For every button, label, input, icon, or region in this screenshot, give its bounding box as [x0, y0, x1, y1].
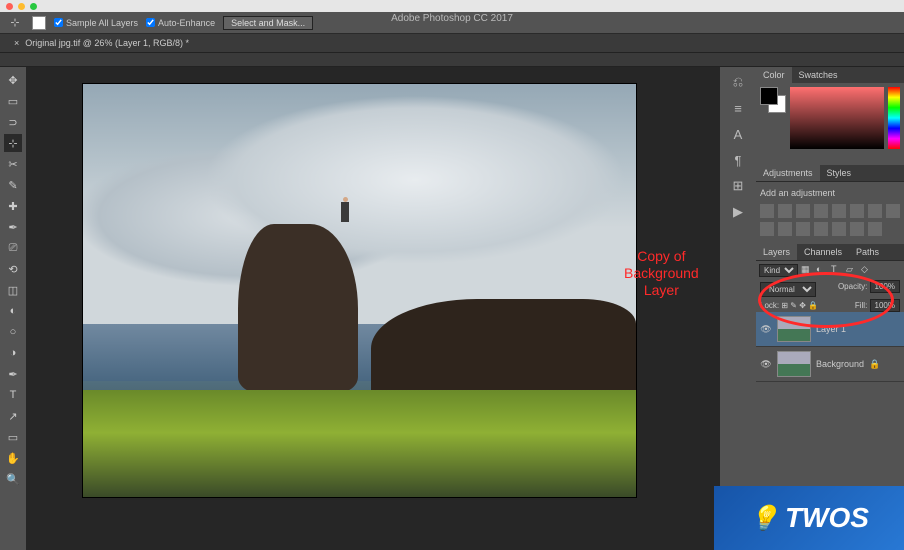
channel-mixer-adjustment-icon[interactable]	[778, 222, 792, 236]
eraser-tool[interactable]: ◫	[4, 281, 22, 299]
brightness-adjustment-icon[interactable]	[760, 204, 774, 218]
filter-smart-icon[interactable]: ◇	[861, 264, 873, 276]
filter-shape-icon[interactable]: ▱	[846, 264, 858, 276]
layer-thumbnail[interactable]	[777, 316, 811, 342]
layers-tab[interactable]: Layers	[756, 244, 797, 260]
brush-tool[interactable]: ✒	[4, 218, 22, 236]
lasso-tool[interactable]: ⊃	[4, 113, 22, 131]
bw-adjustment-icon[interactable]	[886, 204, 900, 218]
layer-name: Layer 1	[816, 324, 846, 334]
curves-adjustment-icon[interactable]	[796, 204, 810, 218]
visibility-toggle-icon[interactable]: 👁	[760, 359, 772, 370]
brush-swatch[interactable]	[32, 16, 46, 30]
quick-selection-tool[interactable]: ⊹	[4, 134, 22, 152]
hue-strip[interactable]	[888, 87, 900, 149]
document-tab[interactable]: × Original jpg.tif @ 26% (Layer 1, RGB/8…	[0, 34, 904, 53]
adjustments-panel: Add an adjustment	[756, 181, 904, 244]
exposure-adjustment-icon[interactable]	[814, 204, 828, 218]
auto-enhance-checkbox[interactable]: Auto-Enhance	[146, 18, 215, 28]
dodge-tool[interactable]: ◑	[4, 344, 22, 362]
invert-adjustment-icon[interactable]	[796, 222, 810, 236]
foreground-background-swatch[interactable]	[760, 87, 786, 113]
path-tool[interactable]: ↗	[4, 407, 22, 425]
collapsed-panels-column: ⎌ ≡ A ¶ ⊞ ▶	[720, 67, 756, 550]
opacity-value[interactable]: 100%	[870, 280, 900, 293]
gradient-map-adjustment-icon[interactable]	[850, 222, 864, 236]
document-canvas[interactable]	[82, 83, 637, 498]
color-balance-adjustment-icon[interactable]	[868, 204, 882, 218]
move-tool[interactable]: ✥	[4, 71, 22, 89]
blend-mode-select[interactable]: Normal	[760, 282, 816, 297]
color-picker[interactable]	[790, 87, 884, 149]
layer-thumbnail[interactable]	[777, 351, 811, 377]
visibility-toggle-icon[interactable]: 👁	[760, 324, 772, 335]
brand-watermark: 💡 TWOS	[714, 486, 904, 550]
color-panel	[756, 83, 904, 165]
photo-filter-adjustment-icon[interactable]	[760, 222, 774, 236]
close-tab-icon[interactable]: ×	[14, 38, 19, 48]
threshold-adjustment-icon[interactable]	[832, 222, 846, 236]
minimize-window-icon[interactable]	[18, 3, 25, 10]
layer-name: Background	[816, 359, 864, 369]
document-tab-label: Original jpg.tif @ 26% (Layer 1, RGB/8) …	[25, 38, 189, 48]
lightbulb-icon: 💡	[749, 504, 779, 533]
layer-filter-kind[interactable]: Kind	[759, 264, 798, 277]
eyedropper-tool[interactable]: ✎	[4, 176, 22, 194]
blur-tool[interactable]: ○	[4, 323, 22, 341]
swatches-tab[interactable]: Swatches	[792, 67, 845, 83]
horizontal-ruler	[0, 53, 904, 67]
tools-panel: ✥ ▭ ⊃ ⊹ ✂ ✎ ✚ ✒ ⎚ ⟲ ◫ ◐ ○ ◑ ✒ T ↗ ▭ ✋ 🔍	[0, 67, 26, 550]
marquee-tool[interactable]: ▭	[4, 92, 22, 110]
selective-color-adjustment-icon[interactable]	[868, 222, 882, 236]
gradient-tool[interactable]: ◐	[4, 302, 22, 320]
close-window-icon[interactable]	[6, 3, 13, 10]
filter-adjustment-icon[interactable]: ◐	[816, 264, 828, 276]
tool-preset-icon[interactable]: ⊹	[6, 14, 24, 32]
canvas-area[interactable]	[26, 67, 720, 550]
history-panel-icon[interactable]: ⎌	[729, 73, 747, 91]
properties-panel-icon[interactable]: ≡	[729, 99, 747, 117]
healing-tool[interactable]: ✚	[4, 197, 22, 215]
filter-type-icon[interactable]: T	[831, 264, 843, 276]
mac-traffic-lights	[0, 0, 904, 12]
layer-row[interactable]: 👁 Layer 1	[756, 312, 904, 347]
fill-value[interactable]: 100%	[870, 299, 900, 312]
levels-adjustment-icon[interactable]	[778, 204, 792, 218]
channels-tab[interactable]: Channels	[797, 244, 849, 260]
vibrance-adjustment-icon[interactable]	[832, 204, 846, 218]
styles-tab[interactable]: Styles	[820, 165, 859, 181]
actions-panel-icon[interactable]: ▶	[729, 203, 747, 221]
zoom-tool[interactable]: 🔍	[4, 470, 22, 488]
color-tab[interactable]: Color	[756, 67, 792, 83]
add-adjustment-label: Add an adjustment	[760, 186, 900, 200]
select-and-mask-button[interactable]: Select and Mask...	[223, 16, 313, 30]
app-title: Adobe Photoshop CC 2017	[391, 13, 513, 24]
layer-row[interactable]: 👁 Background 🔒	[756, 347, 904, 382]
character-panel-icon[interactable]: A	[729, 125, 747, 143]
type-tool[interactable]: T	[4, 386, 22, 404]
zoom-window-icon[interactable]	[30, 3, 37, 10]
posterize-adjustment-icon[interactable]	[814, 222, 828, 236]
adjustments-tab[interactable]: Adjustments	[756, 165, 820, 181]
hand-tool[interactable]: ✋	[4, 449, 22, 467]
crop-tool[interactable]: ✂	[4, 155, 22, 173]
pen-tool[interactable]: ✒	[4, 365, 22, 383]
sample-all-layers-checkbox[interactable]: Sample All Layers	[54, 18, 138, 28]
libraries-panel-icon[interactable]: ⊞	[729, 177, 747, 195]
filter-pixel-icon[interactable]: ▦	[801, 264, 813, 276]
lock-icon: 🔒	[869, 359, 880, 370]
hue-adjustment-icon[interactable]	[850, 204, 864, 218]
right-panels: Color Swatches Adjustments Styles Add an…	[756, 67, 904, 550]
paths-tab[interactable]: Paths	[849, 244, 886, 260]
shape-tool[interactable]: ▭	[4, 428, 22, 446]
stamp-tool[interactable]: ⎚	[4, 239, 22, 257]
history-brush-tool[interactable]: ⟲	[4, 260, 22, 278]
paragraph-panel-icon[interactable]: ¶	[729, 151, 747, 169]
